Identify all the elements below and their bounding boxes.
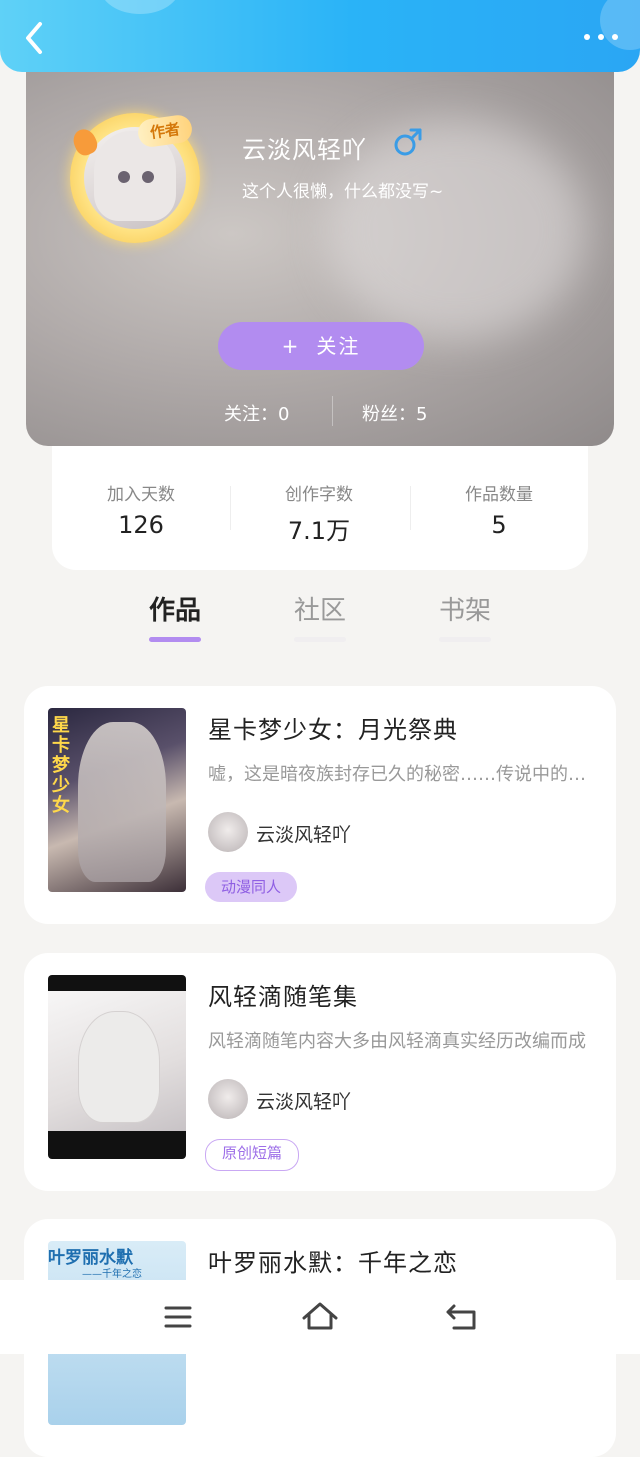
stat-join-days: 加入天数 126 bbox=[52, 480, 230, 539]
back-button[interactable] bbox=[18, 18, 52, 58]
stat-label: 创作字数 bbox=[285, 485, 353, 505]
follow-counts: 关注：0 粉丝：5 bbox=[26, 396, 614, 426]
tab-indicator bbox=[439, 637, 491, 642]
more-dots-icon bbox=[584, 34, 590, 40]
work-title[interactable]: 叶罗丽水默：千年之恋 bbox=[208, 1243, 458, 1278]
system-nav-bar bbox=[0, 1280, 640, 1354]
work-card[interactable]: 星卡梦少女 星卡梦少女：月光祭典 嘘，这是暗夜族封存已久的秘密……传说中的月光祭… bbox=[24, 686, 616, 924]
cover-face bbox=[78, 1011, 160, 1123]
cover-subtitle: ——千年之恋 bbox=[82, 1269, 142, 1280]
home-button[interactable] bbox=[300, 1300, 340, 1334]
stat-label: 加入天数 bbox=[107, 485, 175, 505]
tab-label: 作品 bbox=[148, 596, 201, 626]
following-count[interactable]: 关注：0 bbox=[224, 400, 289, 426]
menu-icon bbox=[164, 1306, 192, 1328]
tab-bookshelf[interactable]: 书架 bbox=[425, 590, 505, 642]
book-cover[interactable]: 星卡梦少女 bbox=[48, 708, 186, 892]
tab-label: 书架 bbox=[438, 596, 491, 626]
work-title[interactable]: 星卡梦少女：月光祭典 bbox=[208, 710, 458, 745]
tab-label: 社区 bbox=[293, 596, 346, 626]
cover-illustration bbox=[78, 722, 166, 882]
tab-community[interactable]: 社区 bbox=[280, 590, 360, 642]
chevron-left-icon bbox=[26, 22, 42, 54]
avatar-eye bbox=[142, 171, 154, 183]
genre-tag[interactable]: 动漫同人 bbox=[205, 872, 298, 902]
avatar-eye bbox=[118, 171, 130, 183]
tab-works[interactable]: 作品 bbox=[135, 590, 215, 642]
more-button[interactable] bbox=[582, 26, 620, 46]
tab-bar: 作品 社区 书架 bbox=[0, 580, 640, 660]
user-bio: 这个人很懒，什么都没写~ bbox=[242, 182, 444, 202]
male-icon bbox=[392, 126, 424, 158]
fans-count[interactable]: 粉丝：5 bbox=[362, 400, 427, 426]
more-dots-icon bbox=[598, 34, 604, 40]
stat-label: 作品数量 bbox=[465, 485, 533, 505]
stat-value: 5 bbox=[491, 511, 507, 539]
work-description: 风轻滴随笔内容大多由风轻滴真实经历改编而成 bbox=[208, 1031, 586, 1052]
work-title[interactable]: 风轻滴随笔集 bbox=[208, 977, 358, 1012]
home-icon bbox=[302, 1302, 338, 1330]
work-card[interactable]: 风轻滴随笔集 风轻滴随笔内容大多由风轻滴真实经历改编而成 云淡风轻吖 原创短篇 bbox=[24, 953, 616, 1191]
stats-panel: 加入天数 126 创作字数 7.1万 作品数量 5 bbox=[52, 430, 588, 570]
tab-indicator bbox=[149, 637, 201, 642]
author-name: 云淡风轻吖 bbox=[256, 1091, 352, 1113]
profile-hero: 作者 云淡风轻吖 这个人很懒，什么都没写~ + 关注 关注：0 粉丝：5 bbox=[26, 60, 614, 446]
stat-value: 126 bbox=[118, 511, 164, 539]
author-name: 云淡风轻吖 bbox=[256, 824, 352, 846]
stat-word-count: 创作字数 7.1万 bbox=[230, 480, 408, 546]
top-bar bbox=[0, 0, 640, 72]
book-cover[interactable] bbox=[48, 975, 186, 1159]
cover-illustration bbox=[48, 991, 186, 1131]
work-description: 嘘，这是暗夜族封存已久的秘密……传说中的月光祭典即将开启 bbox=[208, 764, 588, 785]
decor-bubble bbox=[100, 0, 180, 14]
divider bbox=[332, 396, 333, 426]
tab-indicator bbox=[294, 637, 346, 642]
author-avatar bbox=[208, 1079, 248, 1119]
follow-button-label: 关注 bbox=[316, 334, 361, 358]
author-avatar bbox=[208, 812, 248, 852]
return-button[interactable] bbox=[442, 1300, 482, 1334]
return-icon bbox=[446, 1304, 476, 1330]
stat-value: 7.1万 bbox=[287, 517, 351, 545]
cover-title: 星卡梦少女 bbox=[52, 715, 70, 816]
genre-tag[interactable]: 原创短篇 bbox=[205, 1139, 300, 1171]
menu-button[interactable] bbox=[158, 1300, 198, 1334]
more-dots-icon bbox=[612, 34, 618, 40]
stat-works-count: 作品数量 5 bbox=[410, 480, 588, 539]
plus-icon: + bbox=[281, 334, 301, 358]
username: 云淡风轻吖 bbox=[242, 136, 367, 164]
follow-button[interactable]: + 关注 bbox=[218, 322, 424, 370]
avatar[interactable]: 作者 bbox=[69, 113, 200, 243]
